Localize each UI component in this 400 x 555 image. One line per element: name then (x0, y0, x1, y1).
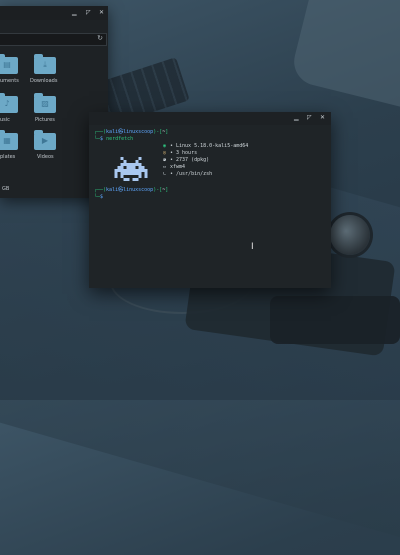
templates-folder-icon[interactable]: ▦ (0, 130, 18, 150)
close-icon[interactable]: ✕ (99, 9, 104, 17)
command-line: └─$ nerdfetch (94, 136, 134, 142)
info-shell: • /usr/bin/zsh (170, 171, 213, 177)
folder-label-pictures[interactable]: Pictures (35, 117, 55, 123)
packages-icon: ◕ (162, 157, 166, 163)
uptime-icon: ◎ (162, 150, 166, 156)
folder-label-documents[interactable]: uments (0, 78, 19, 84)
wallpaper-knob (330, 215, 370, 255)
close-icon[interactable]: ✕ (320, 114, 325, 122)
status-bar: GB (2, 186, 10, 192)
text-cursor-icon: I (251, 242, 254, 252)
terminal-output[interactable]: ┌──(kali㉿linuxscoop)-[~] └─$ nerdfetch ◉… (94, 129, 327, 284)
pictures-folder-icon[interactable]: ▨ (34, 93, 56, 113)
music-folder-icon[interactable]: ♪ (0, 93, 18, 113)
location-bar[interactable]: ↻ (0, 33, 107, 46)
input-line[interactable]: └─$ (94, 194, 106, 201)
prompt-line: ┌──(kali㉿linuxscoop)-[~] (94, 129, 169, 135)
prompt-line: ┌──(kali㉿linuxscoop)-[~] (94, 187, 169, 193)
info-uptime: • 3 hours (170, 150, 198, 156)
command-text: nerdfetch (106, 136, 134, 142)
refresh-icon[interactable]: ↻ (97, 34, 103, 42)
prompt-user-host: kali㉿linuxscoop (106, 129, 154, 135)
file-manager-titlebar[interactable]: ▁ ◸ ✕ (0, 6, 108, 20)
linux-icon: ◉ (162, 143, 166, 149)
videos-folder-icon[interactable]: ▶ (34, 130, 56, 150)
folder-label-downloads[interactable]: Downloads (30, 78, 57, 84)
minimize-icon[interactable]: ▁ (294, 114, 299, 122)
shell-icon: ∟ (162, 171, 166, 177)
folder-label-music[interactable]: usic (0, 117, 10, 123)
space-invader-icon (114, 157, 148, 181)
info-kernel: • Linux 5.18.0-kali5-amd64 (170, 143, 249, 149)
wallpaper-tablet (289, 0, 400, 118)
prompt-user-host: kali㉿linuxscoop (106, 187, 154, 193)
maximize-icon[interactable]: ◸ (307, 114, 312, 122)
minimize-icon[interactable]: ▁ (72, 9, 77, 17)
info-wm: xfwm4 (170, 164, 186, 170)
folder-label-videos[interactable]: Videos (37, 154, 54, 160)
maximize-icon[interactable]: ◸ (86, 9, 91, 17)
document-folder-icon[interactable]: ▤ (0, 54, 18, 74)
info-packages: • 2737 (dpkg) (170, 157, 210, 163)
terminal-window[interactable]: ▁ ◸ ✕ ┌──(kali㉿linuxscoop)-[~] └─$ nerdf… (89, 112, 331, 288)
download-folder-icon[interactable]: ⤓ (34, 54, 56, 74)
wallpaper-controller-base (270, 296, 400, 344)
terminal-titlebar[interactable]: ▁ ◸ ✕ (89, 112, 331, 125)
folder-label-templates[interactable]: plates (0, 154, 15, 160)
wm-icon: ▭ (162, 164, 166, 170)
